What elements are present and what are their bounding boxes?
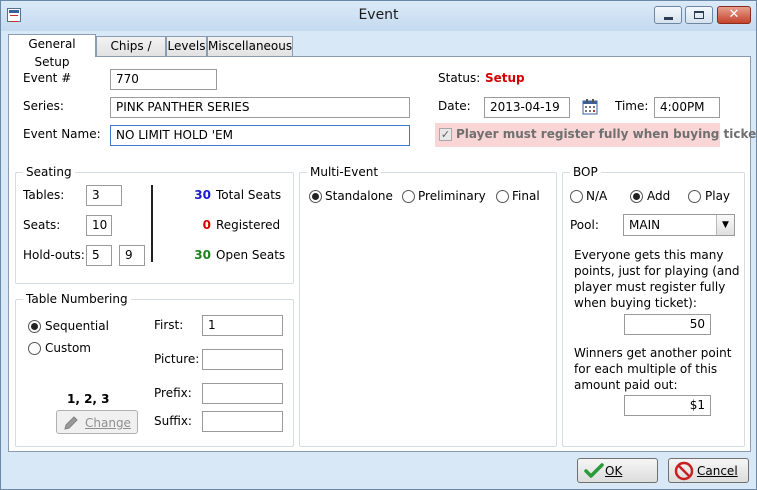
custom-label: Custom <box>45 341 91 355</box>
event-number-label: Event # <box>23 71 72 85</box>
status-value: Setup <box>485 71 525 85</box>
tab-levels[interactable]: Levels <box>166 36 207 57</box>
chevron-down-icon[interactable]: ▼ <box>716 215 734 235</box>
calendar-icon[interactable] <box>582 98 598 115</box>
minimize-icon <box>664 17 673 20</box>
numbering-preview: 1, 2, 3 <box>67 392 110 406</box>
points-field[interactable]: 50 <box>624 314 711 335</box>
sequential-label: Sequential <box>45 319 109 333</box>
register-fully-label: Player must register fully when buying t… <box>456 127 757 141</box>
series-field[interactable]: PINK PANTHER SERIES <box>110 97 410 118</box>
seats-field[interactable]: 10 <box>86 215 112 236</box>
multi-event-title: Multi-Event <box>307 165 382 179</box>
total-seats-count: 30 <box>194 188 211 202</box>
first-label: First: <box>154 318 184 332</box>
bop-na-radio[interactable] <box>570 190 583 203</box>
holdout-1-field[interactable]: 5 <box>86 245 112 266</box>
event-window: Event ✕ General Setup Chips / Fees Level… <box>0 0 757 490</box>
cancel-icon <box>674 461 694 481</box>
suffix-field[interactable] <box>202 411 283 432</box>
seats-label: Seats: <box>23 218 61 232</box>
winners-description: Winners get another point for each multi… <box>574 346 732 392</box>
change-button[interactable]: Change <box>56 410 138 434</box>
event-name-label: Event Name: <box>23 127 101 141</box>
bop-play-radio[interactable] <box>688 190 701 203</box>
prefix-field[interactable] <box>202 383 283 404</box>
total-seats-label: Total Seats <box>216 188 282 202</box>
close-button[interactable]: ✕ <box>717 6 751 24</box>
tables-label: Tables: <box>23 188 65 202</box>
seating-title: Seating <box>23 165 75 179</box>
registered-count: 0 <box>202 218 211 232</box>
sequential-radio[interactable] <box>28 320 41 333</box>
event-number-field[interactable]: 770 <box>110 69 217 90</box>
open-seats-label: Open Seats <box>216 248 286 262</box>
series-label: Series: <box>23 99 64 113</box>
bop-add-radio[interactable] <box>630 190 643 203</box>
minimize-button[interactable] <box>654 6 682 24</box>
ok-label: OK <box>605 464 623 478</box>
first-field[interactable]: 1 <box>202 315 283 336</box>
tab-miscellaneous[interactable]: Miscellaneous <box>207 36 293 57</box>
register-fully-checkbox[interactable]: ✓ <box>439 128 452 141</box>
maximize-icon <box>694 11 704 19</box>
bop-play-label: Play <box>705 189 731 203</box>
standalone-radio[interactable] <box>309 190 322 203</box>
tab-chips-fees[interactable]: Chips / Fees <box>96 36 166 71</box>
amount-field[interactable]: $1 <box>624 395 711 416</box>
holdouts-label: Hold-outs: <box>23 248 85 262</box>
checkmark-icon <box>584 463 604 478</box>
suffix-label: Suffix: <box>154 414 192 428</box>
bop-add-label: Add <box>647 189 671 203</box>
ok-button[interactable]: OK <box>577 458 658 483</box>
tab-general-setup[interactable]: General Setup <box>8 34 96 69</box>
cancel-label: Cancel <box>697 464 738 478</box>
bop-title: BOP <box>570 165 601 179</box>
cancel-button[interactable]: Cancel <box>668 458 749 483</box>
close-icon: ✕ <box>728 7 740 22</box>
pencil-icon <box>64 416 78 430</box>
registered-label: Registered <box>216 218 281 232</box>
pool-dropdown[interactable]: MAIN ▼ <box>623 214 735 236</box>
general-setup-panel: Event # 770 Series: PINK PANTHER SERIES … <box>8 56 757 452</box>
date-label: Date: <box>438 99 471 113</box>
custom-radio[interactable] <box>28 342 41 355</box>
maximize-button[interactable] <box>685 6 713 24</box>
final-label: Final <box>512 189 540 203</box>
table-numbering-title: Table Numbering <box>23 292 131 306</box>
register-fully-row[interactable]: ✓ Player must register fully when buying… <box>435 123 757 147</box>
status-label: Status: <box>438 71 481 85</box>
pool-value: MAIN <box>629 218 661 232</box>
window-title: Event <box>358 7 399 23</box>
preliminary-radio[interactable] <box>402 190 415 203</box>
time-label: Time: <box>615 99 649 113</box>
title-bar[interactable]: Event ✕ <box>1 1 756 31</box>
multi-event-group: Multi-Event <box>299 165 557 447</box>
points-description: Everyone gets this many points, just for… <box>574 248 740 310</box>
prefix-label: Prefix: <box>154 386 192 400</box>
final-radio[interactable] <box>496 190 509 203</box>
picture-label: Picture: <box>154 352 200 366</box>
standalone-label: Standalone <box>325 189 393 203</box>
time-field[interactable]: 4:00PM <box>654 97 720 118</box>
bop-na-label: N/A <box>586 189 608 203</box>
picture-field[interactable] <box>202 349 283 370</box>
change-label: Change <box>85 416 131 430</box>
date-field[interactable]: 2013-04-19 <box>484 97 570 118</box>
holdout-2-field[interactable]: 9 <box>119 245 145 266</box>
event-name-field[interactable]: NO LIMIT HOLD 'EM <box>110 125 410 146</box>
seating-divider <box>151 185 153 262</box>
tables-field[interactable]: 3 <box>86 185 122 206</box>
open-seats-count: 30 <box>194 248 211 262</box>
pool-label: Pool: <box>570 218 599 232</box>
preliminary-label: Preliminary <box>418 189 486 203</box>
